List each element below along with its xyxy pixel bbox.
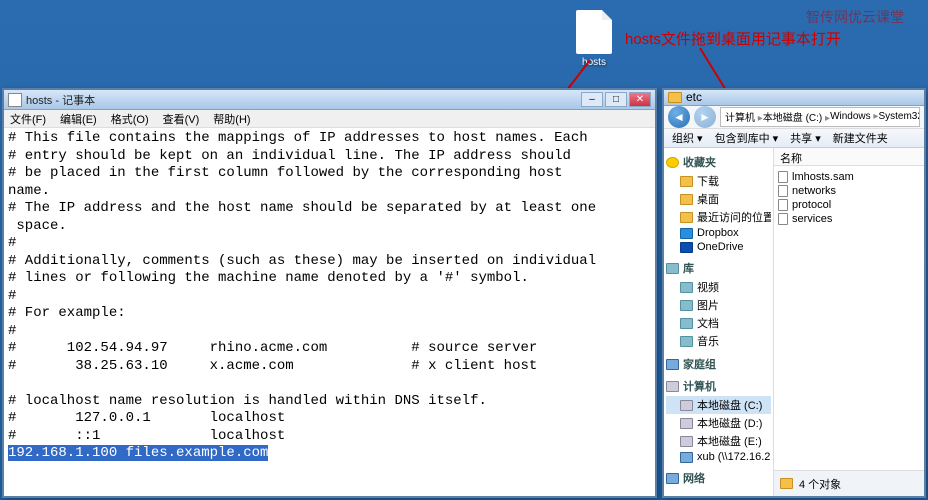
maximize-button[interactable]: □ [605, 92, 627, 107]
explorer-nav: ◄ ► 计算机 本地磁盘 (C:) Windows System32 dr [664, 106, 924, 129]
menu-view[interactable]: 查看(V) [163, 111, 200, 127]
notepad-icon [8, 93, 22, 107]
watermark-text: 智传网优云课堂 [806, 7, 904, 27]
menu-format[interactable]: 格式(O) [111, 111, 149, 127]
notepad-editor[interactable]: # This file contains the mappings of IP … [4, 128, 655, 496]
explorer-toolbar: 组织 ▾ 包含到库中 ▾ 共享 ▾ 新建文件夹 [664, 129, 924, 148]
tree-videos[interactable]: 视频 [666, 278, 771, 296]
back-button[interactable]: ◄ [668, 106, 690, 128]
library-icon [666, 263, 679, 274]
music-icon [680, 336, 693, 347]
network-icon [666, 473, 679, 484]
tree-desktop[interactable]: 桌面 [666, 190, 771, 208]
tree-network[interactable]: 网络 [666, 470, 771, 486]
document-icon [680, 318, 693, 329]
tree-dropbox[interactable]: Dropbox [666, 226, 771, 240]
picture-icon [680, 300, 693, 311]
tree-downloads[interactable]: 下载 [666, 172, 771, 190]
bc-3[interactable]: System32 [878, 111, 920, 122]
minimize-button[interactable]: – [581, 92, 603, 107]
disk-icon [680, 400, 693, 411]
column-header-name[interactable]: 名称 [774, 148, 924, 166]
homegroup-icon [666, 359, 679, 370]
tree-onedrive[interactable]: OneDrive [666, 240, 771, 254]
annotation-top: hosts文件拖到桌面用记事本打开 [625, 28, 915, 49]
folder-icon [680, 176, 693, 187]
file-icon [778, 185, 788, 197]
explorer-titlebar[interactable]: etc [664, 90, 924, 106]
breadcrumb[interactable]: 计算机 本地磁盘 (C:) Windows System32 dr [720, 107, 920, 127]
folder-icon [680, 212, 693, 223]
close-button[interactable]: ✕ [629, 92, 651, 107]
onedrive-icon [680, 242, 693, 253]
tree-netdrive[interactable]: xub (\\172.16.26.1 [666, 450, 771, 464]
tb-share[interactable]: 共享 ▾ [790, 130, 821, 146]
file-item[interactable]: networks [778, 184, 920, 198]
editor-highlighted-line: 192.168.1.100 files.example.com [8, 445, 268, 461]
dropbox-icon [680, 228, 693, 239]
menu-edit[interactable]: 编辑(E) [60, 111, 97, 127]
tree-recent[interactable]: 最近访问的位置 [666, 208, 771, 226]
file-icon [576, 10, 612, 54]
bc-0[interactable]: 计算机 [725, 109, 763, 124]
explorer-window: etc ◄ ► 计算机 本地磁盘 (C:) Windows System32 d… [662, 88, 926, 498]
bc-2[interactable]: Windows [830, 111, 878, 122]
star-icon [666, 157, 679, 168]
explorer-filepane: 名称 lmhosts.sam networks protocol service… [774, 148, 924, 496]
file-list: lmhosts.sam networks protocol services [774, 166, 924, 470]
file-item[interactable]: services [778, 212, 920, 226]
explorer-title: etc [686, 90, 702, 104]
notepad-title: hosts - 记事本 [26, 92, 581, 108]
notepad-menubar: 文件(F) 编辑(E) 格式(O) 查看(V) 帮助(H) [4, 110, 655, 128]
video-icon [680, 282, 693, 293]
menu-file[interactable]: 文件(F) [10, 111, 46, 127]
tree-favorites[interactable]: 收藏夹 [666, 154, 771, 170]
tree-disk-e[interactable]: 本地磁盘 (E:) [666, 432, 771, 450]
file-item[interactable]: lmhosts.sam [778, 170, 920, 184]
menu-help[interactable]: 帮助(H) [213, 111, 250, 127]
tb-include[interactable]: 包含到库中 ▾ [715, 130, 779, 146]
notepad-window: hosts - 记事本 – □ ✕ 文件(F) 编辑(E) 格式(O) 查看(V… [2, 88, 657, 498]
file-icon [778, 171, 788, 183]
netdrive-icon [680, 452, 693, 463]
status-text: 4 个对象 [799, 476, 841, 492]
file-icon [778, 199, 788, 211]
tree-disk-d[interactable]: 本地磁盘 (D:) [666, 414, 771, 432]
folder-icon [668, 92, 682, 103]
disk-icon [680, 418, 693, 429]
forward-button[interactable]: ► [694, 106, 716, 128]
desktop-file-hosts[interactable]: hosts [570, 10, 618, 68]
computer-icon [666, 381, 679, 392]
notepad-titlebar[interactable]: hosts - 记事本 – □ ✕ [4, 90, 655, 110]
tree-homegroup[interactable]: 家庭组 [666, 356, 771, 372]
tree-music[interactable]: 音乐 [666, 332, 771, 350]
editor-text: # This file contains the mappings of IP … [8, 130, 596, 444]
folder-icon [780, 478, 793, 489]
file-icon [778, 213, 788, 225]
tree-computer[interactable]: 计算机 [666, 378, 771, 394]
tree-disk-c[interactable]: 本地磁盘 (C:) [666, 396, 771, 414]
tree-libraries[interactable]: 库 [666, 260, 771, 276]
desktop-file-label: hosts [582, 57, 606, 68]
tb-organize[interactable]: 组织 ▾ [672, 130, 703, 146]
explorer-tree: 收藏夹 下载 桌面 最近访问的位置 Dropbox OneDrive 库 视频 … [664, 148, 774, 496]
bc-1[interactable]: 本地磁盘 (C:) [763, 109, 830, 124]
explorer-status: 4 个对象 [774, 470, 924, 496]
folder-icon [680, 194, 693, 205]
tree-pictures[interactable]: 图片 [666, 296, 771, 314]
tree-documents[interactable]: 文档 [666, 314, 771, 332]
file-item[interactable]: protocol [778, 198, 920, 212]
disk-icon [680, 436, 693, 447]
tb-newfolder[interactable]: 新建文件夹 [833, 130, 888, 146]
